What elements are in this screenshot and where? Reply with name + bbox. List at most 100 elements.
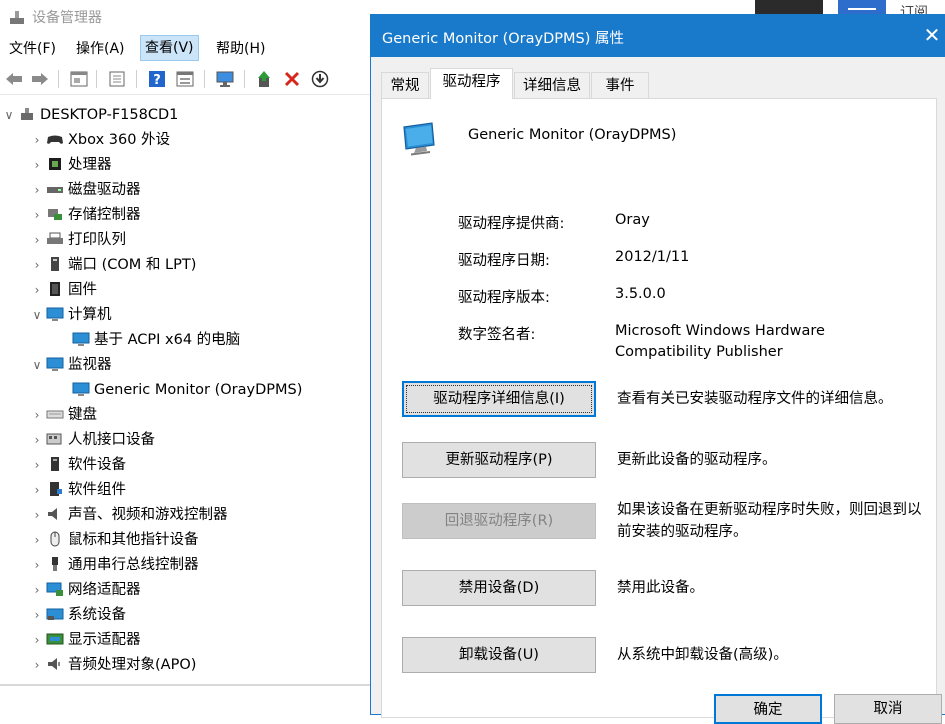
- monitor-icon: [72, 382, 90, 396]
- back-arrow-icon[interactable]: [3, 68, 25, 90]
- chevron-right-icon[interactable]: ›: [28, 528, 46, 553]
- help-page-icon[interactable]: [106, 68, 128, 90]
- tree-item-label: 处理器: [68, 157, 112, 173]
- chevron-right-icon[interactable]: ›: [28, 653, 46, 678]
- tree-item-label: 鼠标和其他指针设备: [68, 532, 199, 548]
- monitor-icon: [46, 357, 64, 371]
- tree-item[interactable]: ∨ 监视器: [28, 353, 112, 378]
- chevron-right-icon[interactable]: ›: [28, 203, 46, 228]
- tree-item[interactable]: › 显示适配器: [28, 628, 141, 653]
- tree-item[interactable]: › 处理器: [28, 153, 112, 178]
- tree-item-label: 基于 ACPI x64 的电脑: [94, 332, 241, 348]
- chevron-right-icon[interactable]: ›: [28, 578, 46, 603]
- chevron-right-icon[interactable]: ›: [28, 628, 46, 653]
- chevron-right-icon[interactable]: ›: [28, 553, 46, 578]
- update-driver-description: 更新此设备的驱动程序。: [617, 452, 777, 468]
- driver-details-description: 查看有关已安装驱动程序文件的详细信息。: [617, 391, 893, 407]
- tree-item[interactable]: › 磁盘驱动器: [28, 178, 141, 203]
- port-icon: [51, 257, 59, 271]
- tree-item[interactable]: › 端口 (COM 和 LPT): [28, 253, 196, 278]
- tab-driver[interactable]: 驱动程序: [430, 68, 513, 99]
- chevron-right-icon[interactable]: ›: [28, 128, 46, 153]
- tab-general[interactable]: 常规: [381, 72, 429, 98]
- tree-item[interactable]: › 网络适配器: [28, 578, 141, 603]
- menu-file[interactable]: 文件(F): [5, 36, 60, 62]
- horizontal-scrollbar[interactable]: [0, 684, 370, 686]
- tree-item[interactable]: › 固件: [28, 278, 97, 303]
- chevron-right-icon[interactable]: ›: [28, 153, 46, 178]
- tree-item[interactable]: › 鼠标和其他指针设备: [28, 528, 199, 553]
- properties-icon[interactable]: [68, 68, 90, 90]
- cpu-icon: [49, 158, 61, 170]
- ok-button[interactable]: 确定: [714, 694, 822, 724]
- tree-item-label: 打印队列: [68, 232, 126, 248]
- driver-date-label: 驱动程序日期:: [458, 253, 550, 269]
- chevron-right-icon[interactable]: ›: [28, 403, 46, 428]
- chevron-right-icon[interactable]: ›: [28, 178, 46, 203]
- tab-events[interactable]: 事件: [591, 72, 649, 98]
- tree-item[interactable]: › 音频处理对象(APO): [28, 653, 197, 678]
- tree-item[interactable]: › 系统设备: [28, 603, 126, 628]
- chevron-down-icon[interactable]: ∨: [28, 303, 46, 328]
- tree-item[interactable]: Generic Monitor (OrayDPMS): [48, 378, 302, 403]
- chevron-down-icon[interactable]: ∨: [0, 103, 18, 128]
- tree-item-label: 网络适配器: [68, 582, 141, 598]
- computer-root-icon: [21, 108, 33, 120]
- rollback-driver-description: 如果该设备在更新驱动程序时失败，则回退到以前安装的驱动程序。: [617, 502, 922, 540]
- tree-item-label: 监视器: [68, 357, 112, 373]
- chevron-right-icon[interactable]: ›: [28, 228, 46, 253]
- chevron-right-icon[interactable]: ›: [28, 278, 46, 303]
- driver-details-button[interactable]: 驱动程序详细信息(I): [402, 381, 596, 417]
- menu-view[interactable]: 查看(V): [140, 35, 199, 61]
- tree-item-label: 磁盘驱动器: [68, 182, 141, 198]
- tab-details[interactable]: 详细信息: [514, 72, 590, 98]
- chevron-right-icon[interactable]: ›: [28, 428, 46, 453]
- show-hide-icon[interactable]: [174, 68, 196, 90]
- network-adapter-icon: [46, 582, 63, 596]
- menu-help[interactable]: 帮助(H): [212, 36, 269, 62]
- dialog-titlebar[interactable]: Generic Monitor (OrayDPMS) 属性 ✕: [371, 15, 945, 57]
- tree-item-label: 固件: [68, 282, 97, 298]
- tree-item[interactable]: › 声音、视频和游戏控制器: [28, 503, 228, 528]
- digital-signer-label: 数字签名者:: [458, 327, 536, 343]
- chevron-right-icon[interactable]: ›: [28, 253, 46, 278]
- download-icon[interactable]: [309, 68, 331, 90]
- uninstall-x-icon[interactable]: [281, 68, 303, 90]
- chevron-down-icon[interactable]: ∨: [28, 353, 46, 378]
- properties-dialog: Generic Monitor (OrayDPMS) 属性 ✕ 常规 驱动程序 …: [370, 14, 945, 724]
- window-title: 设备管理器: [32, 10, 102, 26]
- help-icon[interactable]: ?: [146, 68, 168, 90]
- tree-item[interactable]: › 存储控制器: [28, 203, 141, 228]
- rollback-driver-button[interactable]: 回退驱动程序(R): [402, 503, 596, 539]
- forward-arrow-icon[interactable]: [29, 68, 51, 90]
- tree-item[interactable]: › Xbox 360 外设: [28, 128, 170, 153]
- driver-date-value: 2012/1/11: [615, 249, 690, 265]
- chevron-right-icon[interactable]: ›: [28, 453, 46, 478]
- chevron-right-icon[interactable]: ›: [28, 503, 46, 528]
- update-driver-button[interactable]: 更新驱动程序(P): [402, 442, 596, 478]
- cancel-button[interactable]: 取消: [834, 694, 942, 724]
- update-driver-icon[interactable]: [253, 68, 275, 90]
- tree-item[interactable]: 基于 ACPI x64 的电脑: [48, 328, 240, 353]
- tree-root[interactable]: ∨ DESKTOP-F158CD1: [0, 103, 179, 128]
- monitor-icon: [72, 332, 90, 346]
- audio-processing-icon: [48, 658, 60, 670]
- tree-item[interactable]: › 软件组件: [28, 478, 126, 503]
- tree-item[interactable]: › 键盘: [28, 403, 97, 428]
- disable-device-button[interactable]: 禁用设备(D): [402, 570, 596, 606]
- chevron-right-icon[interactable]: ›: [28, 603, 46, 628]
- tree-item[interactable]: › 打印队列: [28, 228, 126, 253]
- tree-item[interactable]: ∨ 计算机: [28, 303, 112, 328]
- tree-item-label: 显示适配器: [68, 632, 141, 648]
- close-icon[interactable]: ✕: [921, 23, 943, 47]
- tree-item[interactable]: › 通用串行总线控制器: [28, 553, 199, 578]
- menu-action[interactable]: 操作(A): [72, 36, 129, 62]
- chevron-right-icon[interactable]: ›: [28, 478, 46, 503]
- tree-item[interactable]: › 人机接口设备: [28, 428, 155, 453]
- tree-item[interactable]: › 软件设备: [28, 453, 126, 478]
- tree-item-label: Xbox 360 外设: [68, 132, 171, 148]
- svg-text:?: ?: [153, 73, 161, 88]
- scan-hardware-icon[interactable]: [214, 68, 236, 90]
- provider-label: 驱动程序提供商:: [458, 216, 565, 232]
- uninstall-device-button[interactable]: 卸载设备(U): [402, 637, 596, 673]
